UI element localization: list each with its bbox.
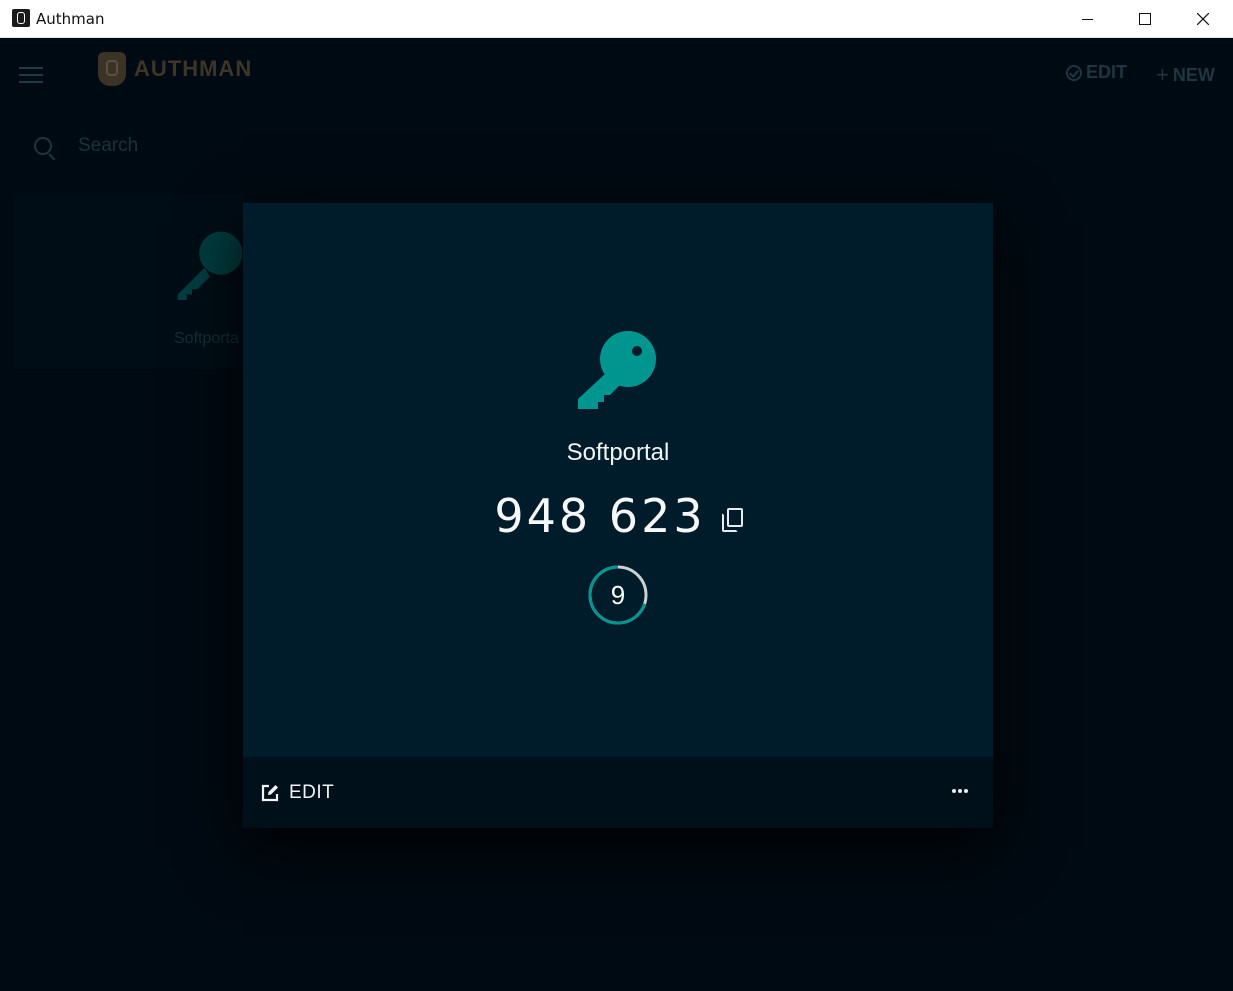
countdown-timer: 9 — [587, 564, 649, 626]
entry-name: Softportal — [566, 439, 670, 466]
logo: AUTHMAN — [98, 52, 252, 86]
toolbar-new-label: NEW — [1172, 64, 1215, 85]
otp-row: 948 623 — [243, 489, 993, 543]
otp-code[interactable]: 948 623 — [494, 489, 705, 543]
entry-card[interactable]: Softporta — [14, 194, 244, 369]
toolbar-edit-label: EDIT — [1086, 62, 1128, 82]
more-icon[interactable] — [952, 789, 968, 793]
card-key-icon — [177, 231, 243, 300]
maximize-button[interactable] — [1116, 0, 1174, 38]
hamburger-icon[interactable] — [19, 67, 43, 83]
check-circle-icon — [1066, 64, 1082, 81]
dialog-edit-label: EDIT — [289, 781, 335, 803]
close-icon — [1197, 13, 1209, 25]
search-icon — [34, 137, 52, 155]
logo-text: AUTHMAN — [134, 56, 253, 81]
dialog-footer: EDIT — [243, 757, 993, 828]
maximize-icon — [1139, 13, 1151, 25]
logo-shield-icon — [98, 52, 126, 86]
copy-icon[interactable] — [721, 508, 743, 532]
minimize-icon — [1081, 18, 1093, 20]
card-label: Softporta — [174, 330, 239, 347]
app-icon — [12, 9, 30, 27]
entry-dialog: Softportal 948 623 9 EDIT — [243, 203, 993, 828]
plus-icon: + — [1156, 62, 1169, 87]
minimize-button[interactable] — [1058, 0, 1116, 38]
search-input[interactable] — [76, 134, 280, 158]
toolbar-new-button[interactable]: + NEW — [1156, 62, 1215, 88]
window-title: Authman — [36, 10, 105, 28]
dialog-edit-button[interactable]: EDIT — [260, 757, 334, 828]
toolbar-edit-button[interactable]: EDIT — [1066, 62, 1127, 83]
close-button[interactable] — [1174, 0, 1232, 38]
key-icon — [578, 331, 656, 409]
dialog-body: Softportal 948 623 9 — [243, 203, 993, 757]
search-bar — [34, 134, 280, 158]
title-bar: Authman — [0, 0, 1233, 38]
timer-seconds: 9 — [610, 580, 626, 610]
edit-icon — [261, 784, 279, 801]
